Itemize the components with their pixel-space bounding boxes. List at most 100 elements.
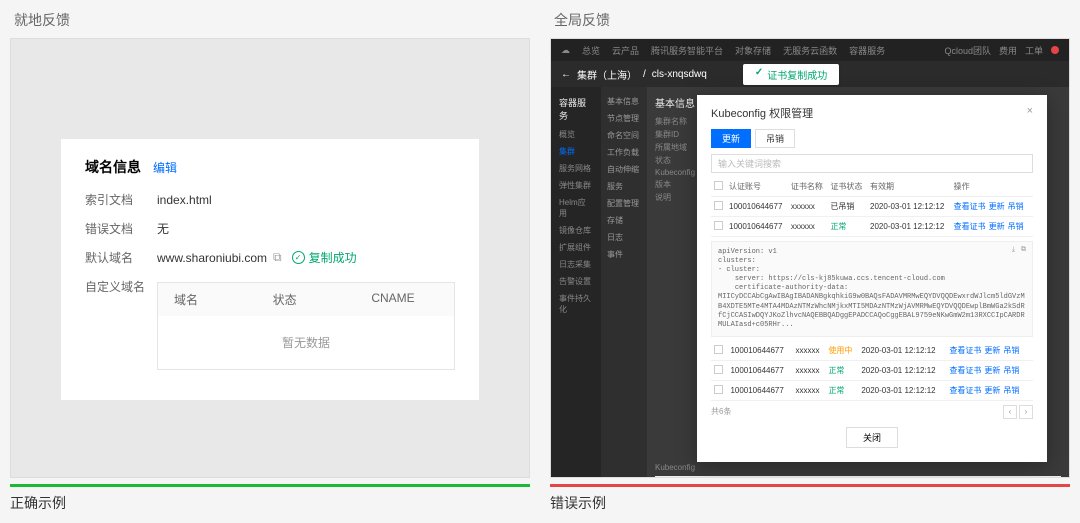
select-all-checkbox[interactable] [714,181,723,190]
side1-item-3[interactable]: 弹性集群 [551,177,601,194]
page-prev[interactable]: ‹ [1003,405,1017,419]
side1-item-2[interactable]: 服务网格 [551,160,601,177]
side2-item-5[interactable]: 服务 [601,178,647,195]
topbar-menu4[interactable]: 对象存储 [735,44,771,57]
side1-item-0[interactable]: 概览 [551,126,601,143]
pagination: 共6条 ‹ › [711,405,1033,419]
table-row: 100010644677 xxxxxx 使用中 2020-03-01 12:12… [711,341,1033,361]
side1-item-7[interactable]: 日志采集 [551,256,601,273]
tab-revoke[interactable]: 吊销 [755,129,795,148]
copy-success-badge: ✓ 复制成功 [292,249,357,266]
action-update[interactable]: 更新 [989,202,1005,211]
search-input[interactable]: 输入关键词搜索 [711,154,1033,173]
action-revoke[interactable]: 吊销 [1003,386,1019,395]
side2-item-8[interactable]: 日志 [601,229,647,246]
close-icon[interactable]: × [1027,105,1033,121]
action-view[interactable]: 查看证书 [949,346,981,355]
yaml-download-icon[interactable]: ⤓ [1012,246,1015,255]
error-doc-value: 无 [157,220,169,237]
side1-item-1[interactable]: 集群 [551,143,601,160]
row-checkbox[interactable] [714,221,723,230]
cell-id: 100010644677 [727,341,792,361]
console-screenshot: ☁ 总览 云产品 腾讯服务智能平台 对象存储 无服务云函数 容器服务 Qclou… [551,39,1069,477]
notification-icon[interactable] [1051,46,1059,54]
action-revoke[interactable]: 吊销 [1003,366,1019,375]
page-next[interactable]: › [1019,405,1033,419]
table-row: 100010644677 xxxxxx 正常 2020-03-01 12:12:… [711,217,1033,237]
action-update[interactable]: 更新 [984,346,1000,355]
table-empty: 暂无数据 [158,316,454,369]
back-icon[interactable]: ← [561,69,571,80]
table-row: 100010644677 xxxxxx 正常 2020-03-01 12:12:… [711,360,1033,380]
action-update[interactable]: 更新 [989,222,1005,231]
breadcrumb-cluster[interactable]: 集群（上海） [577,67,637,82]
side1-item-8[interactable]: 告警设置 [551,273,601,290]
default-domain-value[interactable]: www.sharoniubi.com [157,251,267,265]
action-view[interactable]: 查看证书 [954,222,986,231]
topbar-products[interactable]: 云产品 [612,44,639,57]
side2-item-6[interactable]: 配置管理 [601,195,647,212]
side2-item-1[interactable]: 节点管理 [601,110,647,127]
action-revoke[interactable]: 吊销 [1003,346,1019,355]
left-footer-label: 正确示例 [10,495,66,511]
action-update[interactable]: 更新 [984,366,1000,375]
row-checkbox[interactable] [714,201,723,210]
cell-status: 正常 [825,380,858,400]
side1-item-4[interactable]: Helm应用 [551,194,601,222]
side2-item-9[interactable]: 事件 [601,246,647,263]
modal-title-text: Kubeconfig 权限管理 [711,105,813,121]
action-view[interactable]: 查看证书 [949,386,981,395]
table-row: 100010644677 xxxxxx 已吊销 2020-03-01 12:12… [711,197,1033,217]
th-actions: 操作 [951,177,1033,197]
toast-text: 证书复制成功 [767,67,827,82]
cell-status: 使用中 [825,341,858,361]
row-checkbox[interactable] [714,385,723,394]
row-checkbox[interactable] [714,365,723,374]
topbar-menu6[interactable]: 容器服务 [849,44,885,57]
side2-item-3[interactable]: 工作负载 [601,144,647,161]
action-update[interactable]: 更新 [984,386,1000,395]
close-button[interactable]: 关闭 [846,427,898,448]
kubeconfig-modal: Kubeconfig 权限管理 × 更新 吊销 输入关键词搜索 认证账号 证书名… [697,95,1047,462]
action-revoke[interactable]: 吊销 [1008,222,1024,231]
yaml-copy-icon[interactable]: ⧉ [1021,246,1026,255]
cell-status: 已吊销 [827,197,867,217]
breadcrumb-id: cls-xnqsdwq [652,69,707,80]
yaml-content-box: ⤓⧉ apiVersion: v1 clusters: - cluster: s… [711,241,1033,337]
th-expiry: 有效期 [867,177,951,197]
row-checkbox[interactable] [714,345,723,354]
side1-item-6[interactable]: 扩展组件 [551,239,601,256]
topbar-cost[interactable]: 费用 [999,44,1017,57]
side2-item-2[interactable]: 命名空间 [601,127,647,144]
side2-item-7[interactable]: 存储 [601,212,647,229]
action-view[interactable]: 查看证书 [954,202,986,211]
cell-status: 正常 [827,217,867,237]
th-cname: CNAME [355,283,454,316]
side1-item-9[interactable]: 事件持久化 [551,290,601,318]
topbar-team[interactable]: Qcloud团队 [944,44,991,57]
cell-name: xxxxxx [788,217,828,237]
topbar-overview[interactable]: 总览 [582,44,600,57]
custom-domain-label: 自定义域名 [85,278,157,295]
error-doc-label: 错误文档 [85,220,157,237]
right-section-title: 全局反馈 [550,10,1070,30]
correct-example-panel: 就地反馈 域名信息 编辑 索引文档 index.html 错误文档 无 默认域名… [10,10,530,513]
cell-id: 100010644677 [726,197,788,217]
wrong-example-panel: 全局反馈 ☁ 总览 云产品 腾讯服务智能平台 对象存储 无服务云函数 容器服务 … [550,10,1070,513]
card-title: 域名信息 [85,157,141,177]
tab-update[interactable]: 更新 [711,129,751,148]
topbar: ☁ 总览 云产品 腾讯服务智能平台 对象存储 无服务云函数 容器服务 Qclou… [551,39,1069,61]
side1-item-5[interactable]: 镜像仓库 [551,222,601,239]
copy-icon[interactable]: ⧉ [273,250,282,265]
topbar-menu3[interactable]: 腾讯服务智能平台 [651,44,723,57]
topbar-menu5[interactable]: 无服务云函数 [783,44,837,57]
cell-name: xxxxxx [793,360,826,380]
topbar-ticket[interactable]: 工单 [1025,44,1043,57]
edit-link[interactable]: 编辑 [153,159,177,176]
side2-item-4[interactable]: 自动伸缩 [601,161,647,178]
toast-check-icon: ✓ [755,67,763,82]
action-revoke[interactable]: 吊销 [1008,202,1024,211]
custom-domain-table: 域名 状态 CNAME 暂无数据 [157,282,455,370]
side2-item-0[interactable]: 基本信息 [601,93,647,110]
action-view[interactable]: 查看证书 [949,366,981,375]
